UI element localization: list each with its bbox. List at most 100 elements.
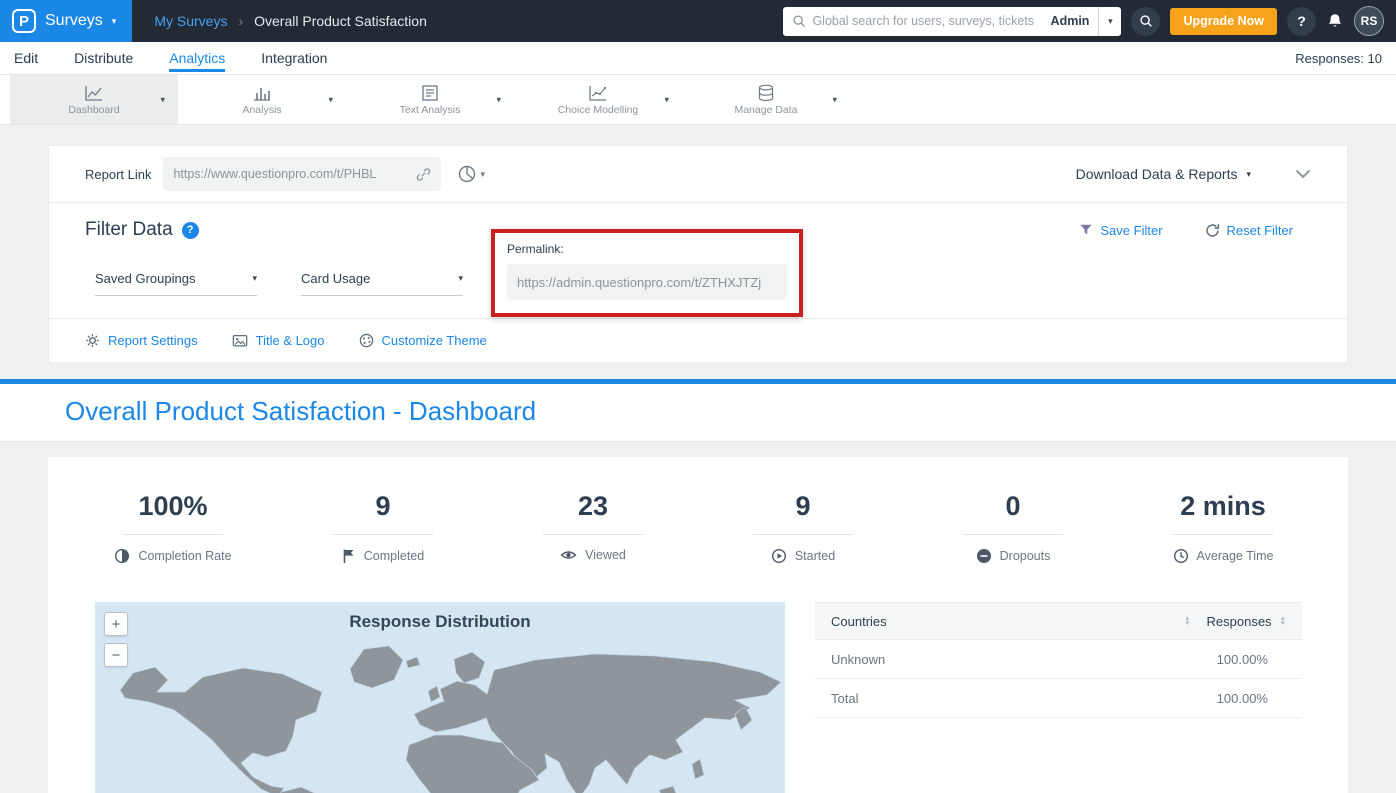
save-filter-button[interactable]: Save Filter (1079, 223, 1162, 238)
eye-icon (560, 548, 577, 562)
toolbar-item-label: Analysis (242, 104, 281, 116)
stat-value: 23 (578, 491, 608, 522)
country-cell: Total (831, 691, 1182, 706)
table-row: Unknown 100.00% (815, 640, 1302, 679)
toolbar-item-analysis[interactable]: Analysis ▾ (178, 75, 346, 124)
breadcrumb-separator: › (238, 13, 243, 29)
report-link-row-actions: Download Data & Reports ▾ (1076, 166, 1311, 182)
country-cell: Unknown (831, 652, 1182, 667)
filter-data-title: Filter Data (85, 219, 173, 241)
search-scope-caret[interactable]: ▾ (1098, 7, 1121, 36)
toolbar-item-manage-data[interactable]: Manage Data ▾ (682, 75, 850, 124)
responses-cell: 100.00% (1182, 691, 1268, 706)
play-icon (771, 548, 787, 564)
chevron-down-icon[interactable]: ▾ (832, 94, 837, 105)
toolbar-item-dashboard[interactable]: Dashboard ▾ (10, 75, 178, 124)
chevron-down-icon: ▾ (458, 273, 463, 284)
chevron-down-icon: ▾ (480, 169, 485, 180)
search-button[interactable] (1131, 7, 1160, 36)
chevron-down-icon: ▾ (112, 16, 117, 27)
saved-groupings-select[interactable]: Saved Groupings ▾ (95, 271, 257, 296)
column-label: Countries (831, 614, 887, 629)
stat-viewed: 23 Viewed (488, 491, 698, 564)
save-filter-label: Save Filter (1100, 223, 1162, 238)
chart-type-button[interactable]: ▾ (457, 164, 485, 184)
divider (753, 534, 853, 535)
clock-icon (1173, 548, 1189, 564)
responses-cell: 100.00% (1182, 652, 1268, 667)
global-search-input[interactable] (812, 14, 1041, 28)
report-link-label: Report Link (85, 167, 151, 182)
user-avatar[interactable]: RS (1354, 6, 1384, 36)
chevron-down-icon[interactable]: ▾ (664, 94, 669, 105)
permalink-input[interactable] (507, 264, 787, 300)
stat-label: Dropouts (1000, 549, 1051, 563)
palette-icon (359, 333, 374, 348)
dashboard-panel: 100% Completion Rate 9 Completed (48, 457, 1348, 793)
permalink-label: Permalink: (507, 242, 787, 256)
stat-label: Completed (364, 549, 424, 563)
column-responses[interactable]: Responses ▲ ▼ (1207, 614, 1286, 629)
sort-down-icon: ▼ (1184, 621, 1190, 627)
divider (963, 534, 1063, 535)
sort-icon[interactable]: ▲ ▼ (1280, 616, 1286, 627)
image-icon (232, 333, 248, 348)
filter-help-icon[interactable]: ? (182, 222, 199, 239)
text-analysis-icon (420, 84, 440, 102)
link-icon[interactable] (416, 167, 431, 182)
report-link-field (163, 157, 441, 191)
notifications-bell-icon[interactable] (1326, 12, 1344, 30)
column-countries[interactable]: Countries ▲ ▼ (831, 614, 1191, 629)
stat-value: 9 (795, 491, 810, 522)
header-actions: Admin ▾ Upgrade Now ? RS (783, 6, 1396, 36)
report-settings-label: Report Settings (108, 333, 198, 348)
stat-label: Completion Rate (138, 549, 231, 563)
surveys-product-menu[interactable]: P Surveys ▾ (0, 0, 132, 42)
upgrade-now-button[interactable]: Upgrade Now (1170, 8, 1277, 35)
stat-started: 9 Started (698, 491, 908, 564)
chevron-down-icon[interactable]: ▾ (1246, 169, 1251, 180)
report-link-row: Report Link ▾ Download Data & Reports ▾ (49, 146, 1347, 202)
title-logo-button[interactable]: Title & Logo (232, 333, 325, 348)
zoom-in-button[interactable]: + (104, 612, 128, 636)
report-settings-button[interactable]: Report Settings (85, 333, 198, 348)
stat-average-time: 2 mins Average Time (1118, 491, 1328, 564)
tab-edit[interactable]: Edit (14, 44, 38, 72)
chevron-down-icon[interactable]: ▾ (496, 94, 501, 105)
toolbar-item-choice-modelling[interactable]: Choice Modelling ▾ (514, 75, 682, 124)
stat-completed: 9 Completed (278, 491, 488, 564)
stat-value: 100% (138, 491, 207, 522)
tab-integration[interactable]: Integration (261, 44, 327, 72)
collapse-panel-button[interactable] (1295, 169, 1311, 179)
sort-down-icon: ▼ (1280, 621, 1286, 627)
map-title: Response Distribution (95, 602, 785, 632)
reset-filter-label: Reset Filter (1227, 223, 1293, 238)
search-scope-selector[interactable]: Admin (1042, 14, 1099, 28)
reset-filter-button[interactable]: Reset Filter (1205, 223, 1293, 238)
stat-label: Viewed (585, 548, 626, 562)
divider (333, 534, 433, 535)
breadcrumb-my-surveys[interactable]: My Surveys (154, 13, 227, 29)
report-link-input[interactable] (173, 167, 416, 181)
product-name: Surveys (45, 12, 103, 30)
bar-chart-icon (252, 84, 272, 102)
customize-theme-button[interactable]: Customize Theme (359, 333, 487, 348)
download-data-reports-menu[interactable]: Download Data & Reports (1076, 166, 1238, 182)
stats-row: 100% Completion Rate 9 Completed (48, 491, 1348, 564)
card-usage-value: Card Usage (301, 271, 370, 286)
help-button[interactable]: ? (1287, 7, 1316, 36)
main-content: Report Link ▾ Download Data & Reports ▾ (0, 125, 1396, 363)
breadcrumb-current: Overall Product Satisfaction (254, 13, 427, 29)
tab-analytics[interactable]: Analytics (169, 44, 225, 72)
card-usage-select[interactable]: Card Usage ▾ (301, 271, 463, 296)
sort-icon[interactable]: ▲ ▼ (1184, 616, 1190, 627)
global-search: Admin ▾ (783, 7, 1121, 36)
permalink-annotation-box: Permalink: (491, 229, 803, 317)
toolbar-item-text-analysis[interactable]: Text Analysis ▾ (346, 75, 514, 124)
report-settings-row: Report Settings Title & Logo Customize T… (49, 319, 1347, 362)
chevron-down-icon[interactable]: ▾ (328, 94, 333, 105)
chevron-down-icon[interactable]: ▾ (160, 94, 165, 105)
chevron-down-icon: ▾ (252, 273, 257, 284)
tab-distribute[interactable]: Distribute (74, 44, 133, 72)
world-map[interactable] (95, 640, 785, 793)
